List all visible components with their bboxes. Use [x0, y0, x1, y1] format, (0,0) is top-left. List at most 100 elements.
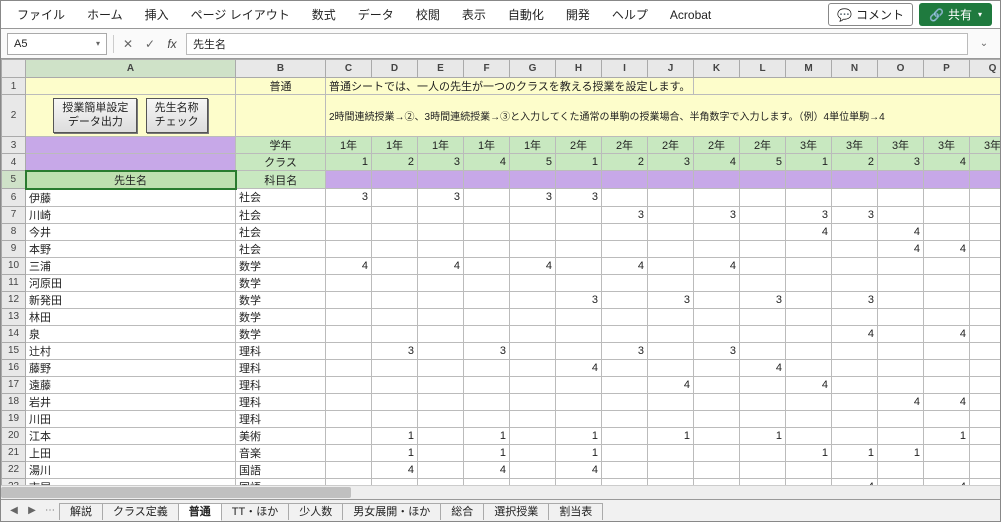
cell[interactable] — [740, 308, 786, 325]
col-header[interactable]: K — [694, 60, 740, 78]
sheet-tab[interactable]: 少人数 — [288, 503, 343, 520]
cell[interactable] — [924, 410, 970, 427]
cell[interactable]: 社会 — [236, 240, 326, 257]
row-header[interactable]: 22 — [2, 461, 26, 478]
row-header[interactable]: 23 — [2, 478, 26, 485]
cell[interactable] — [510, 206, 556, 223]
cell[interactable]: 国語 — [236, 478, 326, 485]
cell[interactable]: 3年 — [970, 137, 1001, 154]
cell[interactable] — [510, 291, 556, 308]
cell[interactable]: 3 — [418, 189, 464, 207]
cell[interactable] — [832, 393, 878, 410]
cell[interactable]: 4 — [556, 359, 602, 376]
cell[interactable]: 岩井 — [26, 393, 236, 410]
cell[interactable] — [510, 461, 556, 478]
cell[interactable] — [464, 257, 510, 274]
cell[interactable]: 3 — [648, 154, 694, 171]
row-header[interactable]: 17 — [2, 376, 26, 393]
cell[interactable]: 数学 — [236, 325, 326, 342]
cell[interactable]: 3 — [648, 291, 694, 308]
cell[interactable] — [510, 359, 556, 376]
cell[interactable]: 4 — [602, 257, 648, 274]
cell[interactable]: 3年 — [878, 137, 924, 154]
cell[interactable]: 4 — [970, 325, 1001, 342]
cell[interactable]: 3 — [326, 189, 372, 207]
cell[interactable] — [924, 359, 970, 376]
cell[interactable]: 2年 — [740, 137, 786, 154]
cell[interactable] — [326, 274, 372, 291]
cell[interactable] — [832, 274, 878, 291]
cell[interactable]: 3 — [832, 291, 878, 308]
cell[interactable] — [648, 444, 694, 461]
cell[interactable] — [878, 189, 924, 207]
cell[interactable] — [970, 291, 1001, 308]
cell[interactable]: 河原田 — [26, 274, 236, 291]
cell[interactable] — [602, 291, 648, 308]
cell[interactable]: 4 — [418, 257, 464, 274]
cell[interactable] — [924, 291, 970, 308]
cell[interactable] — [878, 461, 924, 478]
cell[interactable]: 三浦 — [26, 257, 236, 274]
cell[interactable]: 1 — [372, 427, 418, 444]
cell[interactable] — [556, 274, 602, 291]
cell[interactable]: 4 — [924, 325, 970, 342]
cell[interactable] — [740, 189, 786, 207]
cell[interactable]: 藤野 — [26, 359, 236, 376]
cell[interactable]: 社会 — [236, 189, 326, 207]
cell[interactable] — [832, 461, 878, 478]
menu-insert[interactable]: 挿入 — [137, 4, 177, 25]
cell[interactable]: 3 — [740, 291, 786, 308]
row-header[interactable]: 4 — [2, 154, 26, 171]
cell[interactable] — [694, 274, 740, 291]
cell[interactable] — [740, 393, 786, 410]
cell[interactable] — [372, 223, 418, 240]
cell[interactable] — [418, 223, 464, 240]
cell[interactable]: 湯川 — [26, 461, 236, 478]
cell[interactable]: 1 — [970, 427, 1001, 444]
row-header[interactable]: 20 — [2, 427, 26, 444]
col-header[interactable]: H — [556, 60, 602, 78]
cell[interactable] — [326, 342, 372, 359]
cell[interactable] — [418, 393, 464, 410]
cell[interactable] — [924, 206, 970, 223]
col-header[interactable]: P — [924, 60, 970, 78]
simple-setting-button[interactable]: 授業簡単設定データ出力 — [53, 98, 137, 132]
cell[interactable] — [878, 308, 924, 325]
cell[interactable] — [924, 342, 970, 359]
cell[interactable]: 社会 — [236, 223, 326, 240]
menu-pagelayout[interactable]: ページ レイアウト — [183, 4, 298, 25]
cell[interactable] — [602, 410, 648, 427]
row-header[interactable]: 9 — [2, 240, 26, 257]
cell[interactable] — [648, 308, 694, 325]
cell[interactable] — [556, 223, 602, 240]
name-box[interactable]: A5▾ — [7, 33, 107, 55]
fx-icon[interactable]: fx — [164, 36, 180, 52]
cell[interactable]: 2年 — [694, 137, 740, 154]
horizontal-scrollbar[interactable] — [1, 485, 1000, 499]
cell[interactable] — [878, 274, 924, 291]
comments-button[interactable]: 💬コメント — [828, 3, 913, 26]
cell[interactable] — [464, 359, 510, 376]
cell[interactable] — [372, 410, 418, 427]
cell[interactable]: 理科 — [236, 342, 326, 359]
cell[interactable] — [970, 393, 1001, 410]
cell[interactable] — [740, 206, 786, 223]
cell[interactable] — [602, 393, 648, 410]
cell[interactable] — [326, 291, 372, 308]
cell[interactable]: 上田 — [26, 444, 236, 461]
cell[interactable]: 4 — [924, 154, 970, 171]
cell[interactable] — [832, 342, 878, 359]
cell[interactable]: 川崎 — [26, 206, 236, 223]
cell[interactable] — [326, 427, 372, 444]
row-header[interactable]: 16 — [2, 359, 26, 376]
cell[interactable] — [648, 478, 694, 485]
cell[interactable]: 4 — [878, 393, 924, 410]
cell[interactable]: 4 — [372, 461, 418, 478]
cell[interactable]: 3 — [464, 342, 510, 359]
cell[interactable] — [786, 257, 832, 274]
cell[interactable] — [556, 257, 602, 274]
row-header[interactable]: 7 — [2, 206, 26, 223]
cell[interactable] — [602, 189, 648, 207]
cell[interactable]: 美術 — [236, 427, 326, 444]
cell[interactable] — [694, 444, 740, 461]
